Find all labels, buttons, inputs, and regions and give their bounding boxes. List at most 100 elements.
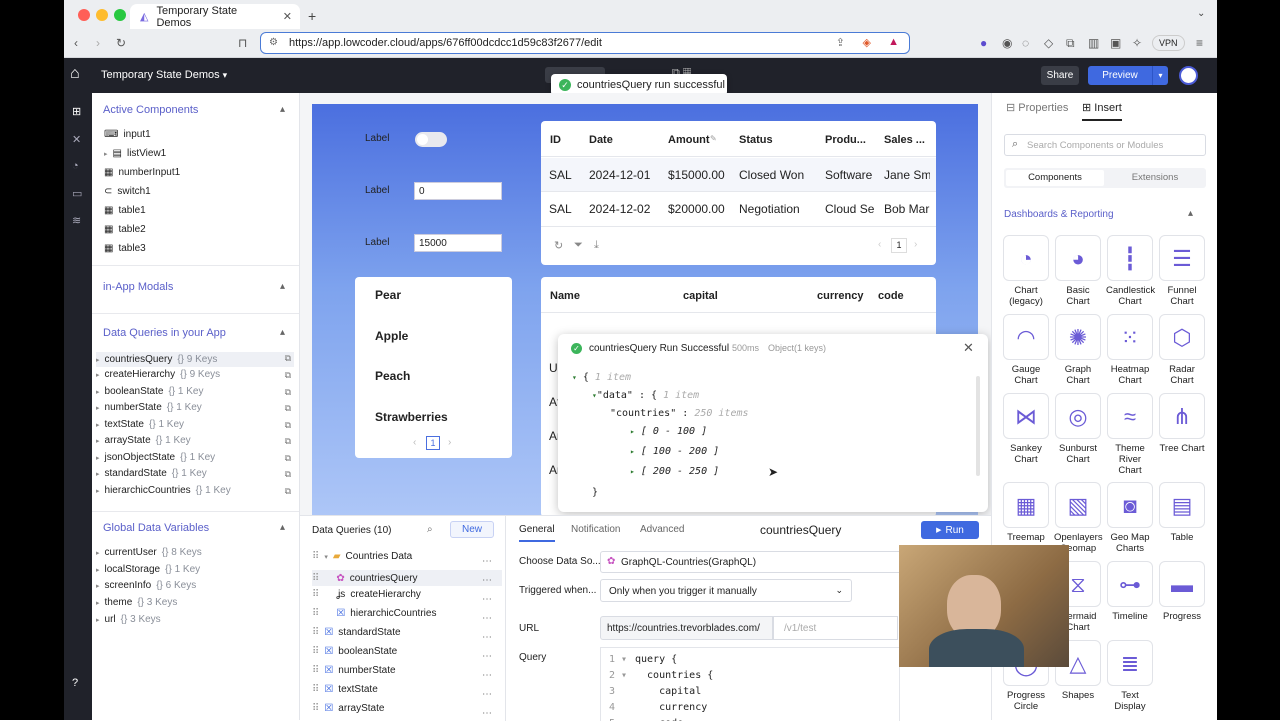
prev-page-icon[interactable]: ‹: [878, 239, 881, 250]
global-item[interactable]: ▸ currentUser{} 8 Keys: [96, 547, 202, 558]
back-icon[interactable]: ‹: [74, 36, 78, 50]
list-item[interactable]: Strawberries: [375, 410, 448, 424]
new-query-button[interactable]: New: [450, 521, 494, 538]
brave-rewards-icon[interactable]: ▲: [888, 36, 899, 48]
copy-icon[interactable]: ⧉: [285, 370, 291, 381]
refresh-icon[interactable]: ↻: [554, 239, 563, 252]
query-item[interactable]: ⠿ ☒ arrayState: [312, 703, 384, 714]
collapse-triangle-icon[interactable]: ▾: [572, 373, 577, 382]
tile-candlestick-chart[interactable]: ┇ Candlestick Chart: [1106, 235, 1155, 307]
layers-icon[interactable]: ≋: [72, 214, 81, 227]
trigger-select[interactable]: Only when you trigger it manually ⌄: [600, 579, 852, 602]
query-item[interactable]: ▸ textState{} 1 Key: [96, 419, 184, 430]
tab-notification[interactable]: Notification: [571, 524, 620, 535]
query-item[interactable]: ⠿ ☒ standardState: [312, 627, 401, 638]
tile-funnel-chart[interactable]: ☰ Funnel Chart: [1158, 235, 1206, 307]
query-item[interactable]: ▸ standardState{} 1 Key: [96, 468, 207, 479]
page-number[interactable]: 1: [426, 436, 440, 450]
tile-gauge-chart[interactable]: ◠ Gauge Chart: [1002, 314, 1050, 386]
bookmark-icon[interactable]: ⊓: [238, 36, 247, 50]
app-title[interactable]: Temporary State Demos ▾: [101, 69, 227, 81]
tab-list-chevron-icon[interactable]: ⌄: [1197, 8, 1205, 19]
number-input[interactable]: 0: [414, 182, 502, 200]
query-item[interactable]: ▸ createHierarchy{} 9 Keys: [96, 369, 220, 380]
collapse-chevron-icon[interactable]: ▴: [280, 281, 285, 292]
tile-graph-chart[interactable]: ✺ Graph Chart: [1054, 314, 1102, 386]
tile-radar-chart[interactable]: ⬡ Radar Chart: [1158, 314, 1206, 386]
more-menu-icons[interactable]: ⋯ ⋯ ⋯ ⋯ ⋯ ⋯ ⋯ ⋯ ⋯: [482, 552, 492, 723]
collapse-chevron-icon[interactable]: ▴: [1188, 208, 1193, 219]
close-tab-icon[interactable]: ✕: [283, 10, 292, 23]
tree-item[interactable]: ▦ table2: [104, 224, 146, 235]
component-search-input[interactable]: ⌕ Search Components or Modules: [1004, 134, 1206, 156]
query-item[interactable]: ▸ hierarchicCountries{} 1 Key: [96, 485, 231, 496]
address-bar[interactable]: ⚙ https://app.lowcoder.cloud/apps/676ff0…: [260, 32, 910, 54]
share-button[interactable]: Share: [1041, 66, 1079, 85]
column-header[interactable]: Date: [589, 134, 613, 146]
search-icon[interactable]: ⌕: [427, 524, 433, 535]
tree-item[interactable]: ⊂ switch1: [104, 186, 151, 197]
close-window-button[interactable]: [78, 9, 90, 21]
extensions-segment[interactable]: Extensions: [1106, 170, 1204, 186]
column-header[interactable]: capital: [683, 290, 718, 302]
column-header[interactable]: Status: [739, 134, 773, 146]
query-item[interactable]: ⠿ ☒ booleanState: [312, 646, 397, 657]
tools-icon[interactable]: ✕: [72, 133, 81, 146]
browser-tab[interactable]: ◭ Temporary State Demos ✕: [130, 4, 300, 29]
global-item[interactable]: ▸ localStorage{} 1 Key: [96, 564, 200, 575]
query-item-selected[interactable]: ▸ countriesQuery{} 9 Keys: [96, 352, 294, 367]
query-item[interactable]: ▸ jsonObjectState{} 1 Key: [96, 452, 215, 463]
json-range[interactable]: ▸ [ 0 - 100 ]: [630, 426, 707, 437]
wallet-icon[interactable]: ▣: [1110, 36, 1121, 50]
preview-menu-chevron-icon[interactable]: ▾: [1152, 66, 1168, 85]
expand-triangle-icon[interactable]: ▸: [630, 447, 635, 456]
expand-caret-icon[interactable]: ▸: [104, 150, 108, 158]
query-code-editor[interactable]: 1 ▾ query { 2 ▾ countries { 3 capital 4 c…: [600, 647, 900, 721]
query-item[interactable]: ⠿ ☒ hierarchicCountries: [312, 608, 436, 619]
query-item[interactable]: ⠿ ☒ numberState: [312, 665, 396, 676]
collapse-chevron-icon[interactable]: ▴: [280, 327, 285, 338]
list-item[interactable]: Pear: [375, 288, 401, 302]
profile-s-icon[interactable]: ●: [980, 36, 987, 50]
tile-treemap[interactable]: ▦ Treemap: [1002, 482, 1050, 543]
extension-icon-1[interactable]: ◌: [1022, 36, 1029, 50]
query-item[interactable]: ⠿ ʝs createHierarchy: [312, 589, 421, 600]
tile-theme-river-chart[interactable]: ≈ Theme River Chart: [1106, 393, 1154, 476]
page-number[interactable]: 1: [891, 238, 907, 253]
tree-item[interactable]: ▦ table1: [104, 205, 146, 216]
minimize-window-button[interactable]: [96, 9, 108, 21]
reload-icon[interactable]: ↻: [116, 36, 126, 50]
vpn-button[interactable]: VPN: [1152, 35, 1185, 51]
text-input[interactable]: 15000: [414, 234, 502, 252]
copy-icon[interactable]: ⧉: [285, 387, 291, 398]
tile-sunburst-chart[interactable]: ◎ Sunburst Chart: [1054, 393, 1102, 465]
tile-openlayers-geomap[interactable]: ▧ Openlayers Geomap: [1054, 482, 1103, 554]
tab-general[interactable]: General: [519, 524, 555, 542]
query-item[interactable]: ▸ booleanState{} 1 Key: [96, 386, 204, 397]
tree-item[interactable]: ▦ table3: [104, 243, 146, 254]
json-range[interactable]: ▸ [ 200 - 250 ]: [630, 466, 719, 477]
share-page-icon[interactable]: ⇪: [836, 36, 845, 49]
url-path-input[interactable]: /v1/test: [773, 616, 898, 640]
global-item[interactable]: ▸ theme{} 3 Keys: [96, 597, 177, 608]
preview-button[interactable]: Preview: [1088, 66, 1152, 85]
tile-table[interactable]: ▤ Table: [1158, 482, 1206, 543]
next-page-icon[interactable]: ›: [448, 437, 451, 448]
next-page-icon[interactable]: ›: [914, 239, 917, 250]
tab-properties[interactable]: ⊟ Properties: [1006, 101, 1068, 114]
expand-triangle-icon[interactable]: ▸: [630, 467, 635, 476]
column-header[interactable]: ID: [550, 134, 561, 146]
tab-insert[interactable]: ⊞ Insert: [1082, 101, 1122, 121]
filter-icon[interactable]: ⏷: [574, 239, 583, 252]
tile-progress[interactable]: ▬ Progress: [1158, 561, 1206, 622]
scrollbar[interactable]: [976, 376, 980, 476]
site-settings-icon[interactable]: ⚙: [269, 37, 278, 48]
camera-icon[interactable]: ◉: [1002, 36, 1012, 50]
run-button[interactable]: ▶ Run: [921, 521, 979, 539]
forward-icon[interactable]: ›: [96, 36, 100, 50]
puzzle-icon[interactable]: ⧉: [1066, 36, 1075, 51]
column-header[interactable]: Sales ...: [884, 134, 925, 146]
column-header[interactable]: Amount: [668, 134, 710, 146]
tile-text-display[interactable]: ≣ Text Display: [1106, 640, 1154, 712]
help-icon[interactable]: ?: [72, 677, 78, 689]
